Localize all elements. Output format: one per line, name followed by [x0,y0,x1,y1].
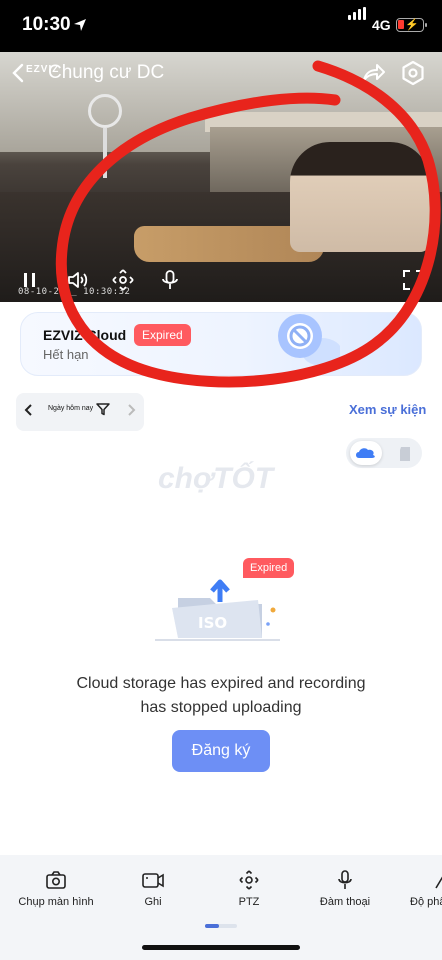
cloud-storage-tab[interactable] [350,441,382,465]
cloud-icon [356,448,375,458]
battery-icon: ⚡ [396,18,427,32]
location-arrow-icon [74,19,86,31]
watermark: chợTỐT [158,462,274,495]
tool-resolution[interactable]: Độ phâ [408,870,442,908]
camera-icon [46,871,66,889]
cloud-disabled-icon [278,314,340,366]
tool-screenshot[interactable]: Chụp màn hình [16,870,96,908]
cloud-card-title: EZVIZ Cloud [43,327,127,343]
empty-expired-badge: Expired [243,558,295,578]
tool-label: PTZ [238,896,260,908]
tool-talk[interactable]: Đàm thoại [314,870,376,908]
tool-label: Ghi [144,896,162,908]
page-title: Chung cư DC [48,62,165,83]
tool-label: Chụp màn hình [18,896,94,908]
resolution-icon [435,876,442,889]
empty-state-message: Cloud storage has expired and recording … [20,672,422,720]
camera-live-view[interactable]: 08-10-20__ 10:30:32 [0,52,442,302]
cloud-service-card[interactable]: EZVIZ Cloud Hết hạn [20,312,422,376]
sd-card-icon[interactable] [398,446,412,462]
empty-message-line1: Cloud storage has expired and recording [76,675,366,692]
tool-record[interactable]: Ghi [128,870,178,908]
network-type: 4G [372,17,391,33]
filter-icon[interactable] [96,402,110,416]
cloud-card-status: Hết hạn [43,347,89,362]
tool-ptz[interactable]: PTZ [224,870,274,908]
tool-label: Đàm thoại [319,896,371,908]
view-events-link[interactable]: Xem sự kiện [349,402,426,417]
microphone-icon[interactable] [158,268,182,292]
expired-badge: Expired [134,324,191,346]
chevron-right-icon[interactable] [124,403,138,417]
ptz-icon [239,870,259,890]
status-bar: 10:30 4G ⚡ [0,0,442,52]
chevron-left-icon[interactable] [22,403,36,417]
video-record-icon [142,873,164,888]
microphone-icon [338,870,352,889]
person-in-video [290,142,430,252]
date-label: Ngày hôm nay [48,405,94,412]
tool-label: Độ phâ [410,896,442,908]
ptz-control-icon[interactable] [111,268,135,292]
pause-icon[interactable] [18,268,42,292]
fullscreen-icon[interactable] [401,268,425,292]
page-indicator [205,924,237,928]
iso-label: ISO [198,614,227,632]
share-icon[interactable] [360,60,386,86]
speaker-icon[interactable] [66,268,90,292]
gear-icon[interactable] [400,60,426,86]
empty-message-line2: has stopped uploading [140,699,302,716]
status-time: 10:30 [22,14,71,35]
home-indicator [142,945,300,950]
register-button[interactable]: Đăng ký [172,730,270,772]
